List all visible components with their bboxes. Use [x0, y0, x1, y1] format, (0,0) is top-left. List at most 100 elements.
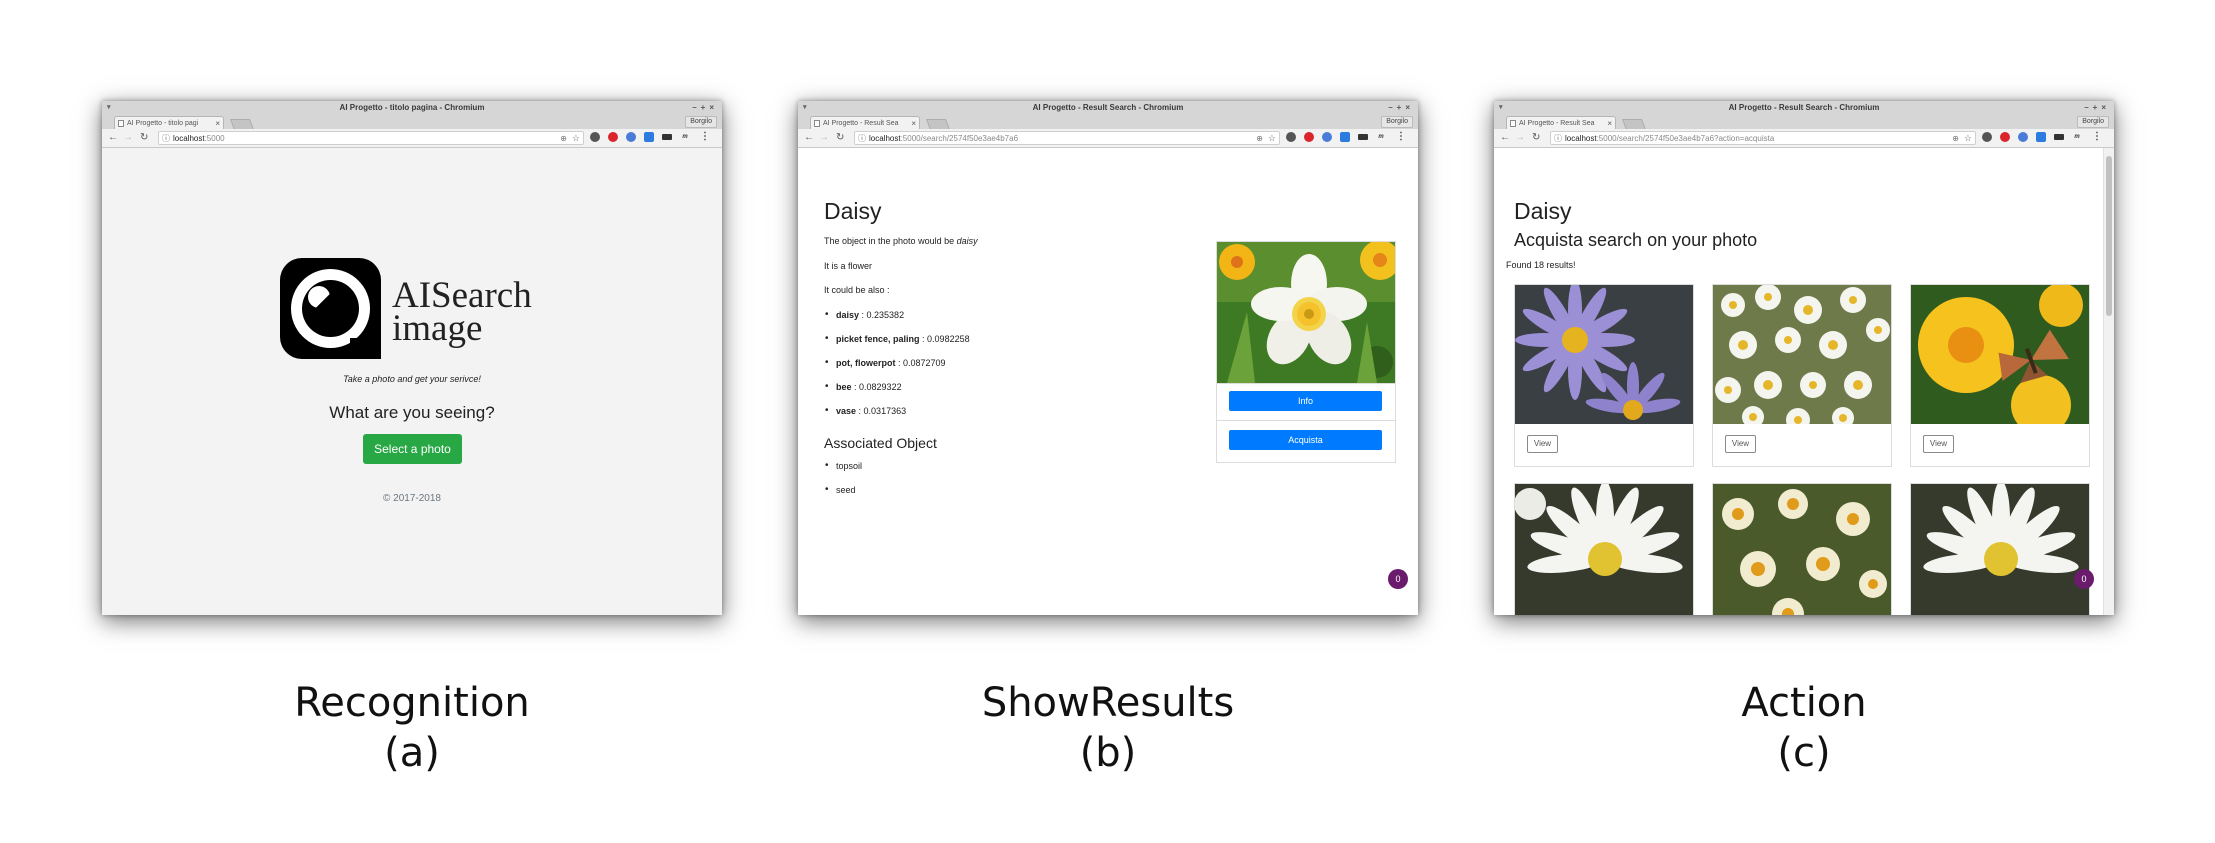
- chamomile-photo: [1713, 484, 1891, 615]
- adblock-icon[interactable]: [1304, 132, 1314, 142]
- white-daisy-photo: [1911, 484, 2089, 615]
- extension-icon[interactable]: [626, 132, 636, 142]
- extension-icon[interactable]: [2018, 132, 2028, 142]
- caption-letter: (b): [1079, 730, 1137, 776]
- reload-icon[interactable]: ↻: [1532, 131, 1540, 145]
- address-bar[interactable]: ⓘ localhost:5000/search/2574f50e3ae4b7a6?…: [1550, 131, 1976, 145]
- view-button[interactable]: View: [1725, 435, 1756, 453]
- bookmark-star-icon[interactable]: ☆: [572, 132, 580, 144]
- forward-icon[interactable]: →: [819, 131, 829, 145]
- reload-icon[interactable]: ↻: [140, 131, 148, 145]
- tab-label: AI Progetto - Result Sea: [1519, 120, 1595, 127]
- daffodil-photo: [1217, 242, 1395, 383]
- tagline: Take a photo and get your serivce!: [343, 374, 481, 384]
- product-card: View: [1712, 284, 1892, 467]
- back-icon[interactable]: ←: [108, 131, 118, 145]
- menu-kebab-icon[interactable]: ⋮: [700, 132, 710, 142]
- extension-m-icon[interactable]: m: [1376, 132, 1386, 142]
- forward-icon[interactable]: →: [123, 131, 133, 145]
- sentence-prefix: The object in the photo would be: [824, 236, 957, 246]
- adblock-icon[interactable]: [608, 132, 618, 142]
- window-menu-icon[interactable]: ▾: [107, 101, 111, 114]
- profile-button[interactable]: Borgilo: [1381, 116, 1413, 128]
- extension-icon[interactable]: [1982, 132, 1992, 142]
- translate-icon[interactable]: ⊕: [1952, 132, 1959, 144]
- tab-close-icon[interactable]: ×: [215, 117, 220, 129]
- view-button[interactable]: View: [1527, 435, 1558, 453]
- tab-strip: AI Progetto - titolo pagi × Borgilo: [102, 114, 722, 130]
- adblock-icon[interactable]: [2000, 132, 2010, 142]
- profile-button[interactable]: Borgilo: [2077, 116, 2109, 128]
- window-menu-icon[interactable]: ▾: [803, 101, 807, 114]
- url-path: :5000: [204, 134, 225, 143]
- translate-icon[interactable]: ⊕: [560, 132, 567, 144]
- window-titlebar: ▾ AI Progetto - Result Search - Chromium…: [798, 101, 1418, 114]
- info-icon: ⓘ: [162, 134, 170, 143]
- extensions-bar: m ⋮: [1286, 132, 1414, 144]
- tab-label: AI Progetto - titolo pagi: [127, 120, 199, 127]
- info-icon: ⓘ: [1554, 134, 1562, 143]
- extension-m-icon[interactable]: m: [2072, 132, 2082, 142]
- window-controls-icon[interactable]: –+×: [692, 101, 718, 114]
- extension-icon[interactable]: [1358, 134, 1368, 140]
- extension-icon[interactable]: [644, 132, 654, 142]
- chat-bubble-button[interactable]: 0: [1388, 569, 1408, 589]
- window-title: AI Progetto - Result Search - Chromium: [1032, 103, 1184, 112]
- result-sentence: The object in the photo would be daisy: [824, 236, 978, 246]
- browser-window-recognition: ▾ AI Progetto - titolo pagina - Chromium…: [102, 101, 722, 615]
- menu-kebab-icon[interactable]: ⋮: [2092, 132, 2102, 142]
- address-bar[interactable]: ⓘ localhost:5000/search/2574f50e3ae4b7a6 …: [854, 131, 1280, 145]
- extension-icon[interactable]: [590, 132, 600, 142]
- acquista-button[interactable]: Acquista: [1229, 430, 1382, 450]
- prediction-item: picket fence, paling : 0.0982258: [825, 333, 970, 344]
- sentence-object: daisy: [956, 236, 978, 246]
- page-scrollbar[interactable]: [2103, 148, 2114, 615]
- window-controls-icon[interactable]: –+×: [2084, 101, 2110, 114]
- back-icon[interactable]: ←: [804, 131, 814, 145]
- forward-icon[interactable]: →: [1515, 131, 1525, 145]
- address-bar[interactable]: ⓘ localhost:5000 ⊕ ☆: [158, 131, 584, 145]
- url-path: :5000/search/2574f50e3ae4b7a6?action=acq…: [1596, 134, 1775, 143]
- tab-favicon-icon: [118, 120, 124, 127]
- extension-icon[interactable]: [2036, 132, 2046, 142]
- browser-window-showresults: ▾ AI Progetto - Result Search - Chromium…: [798, 101, 1418, 615]
- scrollbar-thumb[interactable]: [2106, 156, 2112, 316]
- tab-close-icon[interactable]: ×: [911, 117, 916, 129]
- caption-title: Recognition: [294, 680, 530, 726]
- yellow-flower-butterfly-photo: [1911, 285, 2089, 424]
- translate-icon[interactable]: ⊕: [1256, 132, 1263, 144]
- url-host: localhost: [1565, 134, 1597, 143]
- info-button[interactable]: Info: [1229, 391, 1382, 411]
- browser-toolbar: ← → ↻ ⓘ localhost:5000 ⊕ ☆ m ⋮: [102, 129, 722, 148]
- product-card: View: [1514, 483, 1694, 615]
- caption-showresults: ShowResults (b): [798, 678, 1418, 778]
- browser-tab[interactable]: AI Progetto - Result Sea ×: [1506, 116, 1616, 129]
- url-host: localhost: [869, 134, 901, 143]
- aisearch-logo-icon: [280, 258, 381, 359]
- extension-icon[interactable]: [1322, 132, 1332, 142]
- back-icon[interactable]: ←: [1500, 131, 1510, 145]
- browser-tab[interactable]: AI Progetto - titolo pagi ×: [114, 116, 224, 129]
- extension-icon[interactable]: [2054, 134, 2064, 140]
- url-path: :5000/search/2574f50e3ae4b7a6: [900, 134, 1019, 143]
- chat-bubble-button[interactable]: 0: [2074, 569, 2094, 589]
- menu-kebab-icon[interactable]: ⋮: [1396, 132, 1406, 142]
- extension-icon[interactable]: [662, 134, 672, 140]
- extension-m-icon[interactable]: m: [680, 132, 690, 142]
- window-title: AI Progetto - titolo pagina - Chromium: [339, 103, 485, 112]
- bookmark-star-icon[interactable]: ☆: [1268, 132, 1276, 144]
- bookmark-star-icon[interactable]: ☆: [1964, 132, 1972, 144]
- extension-icon[interactable]: [1340, 132, 1350, 142]
- browser-tab[interactable]: AI Progetto - Result Sea ×: [810, 116, 920, 129]
- extension-icon[interactable]: [1286, 132, 1296, 142]
- reload-icon[interactable]: ↻: [836, 131, 844, 145]
- tab-close-icon[interactable]: ×: [1607, 117, 1612, 129]
- profile-button[interactable]: Borgilo: [685, 116, 717, 128]
- window-controls-icon[interactable]: –+×: [1388, 101, 1414, 114]
- results-count: Found 18 results!: [1506, 260, 1576, 270]
- flower-line: It is a flower: [824, 261, 873, 271]
- window-menu-icon[interactable]: ▾: [1499, 101, 1503, 114]
- caption-letter: (a): [384, 730, 440, 776]
- select-photo-button[interactable]: Select a photo: [363, 434, 462, 464]
- view-button[interactable]: View: [1923, 435, 1954, 453]
